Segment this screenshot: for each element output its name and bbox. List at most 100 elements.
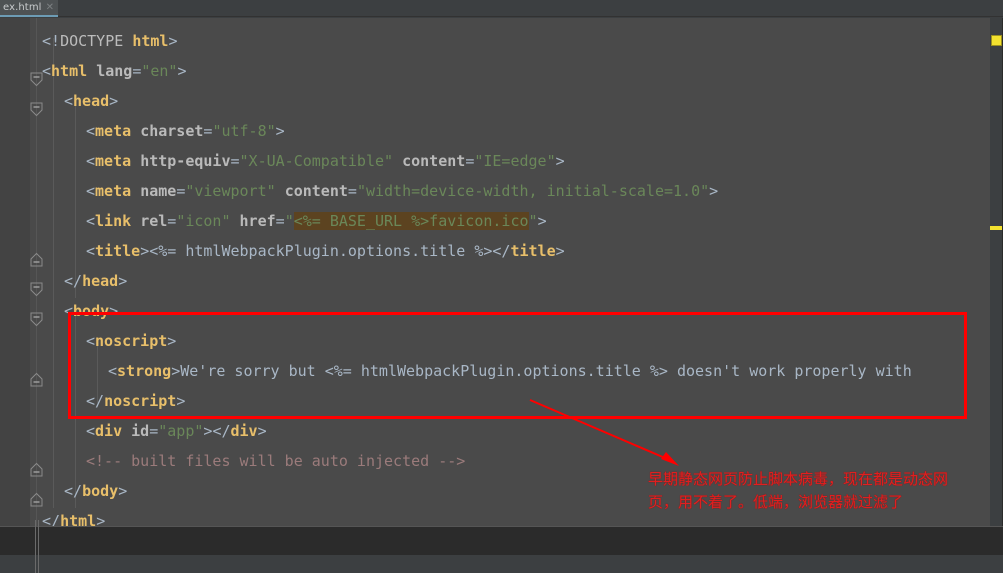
code-token-punct: = — [465, 152, 475, 170]
code-token-val: " — [284, 212, 294, 230]
code-token-attr: charset — [140, 122, 204, 140]
code-token-punct: > — [177, 62, 187, 80]
code-token-doctype: DOCTYPE — [60, 32, 133, 50]
status-bar — [0, 555, 1003, 573]
code-token-attr: content — [284, 182, 348, 200]
code-token-punct: </ — [86, 392, 105, 410]
code-content[interactable]: <!DOCTYPE html> <html lang="en"> <head> <me… — [0, 18, 1003, 527]
code-token-punct: = — [167, 212, 177, 230]
code-token-punct: > — [176, 392, 186, 410]
code-token-attr: lang — [96, 62, 133, 80]
code-token-punct: < — [86, 332, 96, 350]
code-token-punct: > — [109, 302, 119, 320]
code-token-val: "utf-8" — [212, 122, 276, 140]
code-line[interactable]: <meta charset="utf-8"> — [86, 116, 285, 146]
bottom-tool-panel — [0, 527, 1003, 555]
code-line[interactable]: </head> — [64, 266, 127, 296]
code-token-punct: > — [555, 152, 565, 170]
code-token-doctype-name: html — [132, 32, 169, 50]
code-token-punct: </ — [212, 422, 231, 440]
code-token-tag: link — [95, 212, 141, 230]
code-token-punct: < — [64, 302, 74, 320]
code-token-punct: < — [86, 152, 96, 170]
code-token-val: "app" — [158, 422, 204, 440]
code-token-tag: noscript — [104, 392, 177, 410]
code-line[interactable]: <html lang="en"> — [42, 56, 187, 86]
code-line[interactable]: <title><%= htmlWebpackPlugin.options.tit… — [86, 236, 565, 266]
code-line[interactable]: <noscript> — [86, 326, 176, 356]
code-token-punct: = — [149, 422, 159, 440]
code-token-tag: head — [82, 272, 119, 290]
close-icon[interactable]: ✕ — [46, 0, 54, 16]
code-token-punct: > — [257, 422, 267, 440]
code-token-tag: body — [73, 302, 110, 320]
tab-label: ex.html — [3, 2, 42, 13]
code-token-punct: < — [108, 362, 118, 380]
code-token-punct: = — [347, 182, 357, 200]
code-token-punct: <! — [42, 32, 61, 50]
tab-ex-html[interactable]: ex.html ✕ — [0, 0, 58, 17]
code-editor[interactable]: <!DOCTYPE html> <html lang="en"> <head> <me… — [0, 18, 1003, 527]
code-token-punct: < — [42, 62, 52, 80]
bottom-rail-right — [38, 520, 39, 573]
code-token-tag: title — [510, 242, 556, 260]
code-token-attr: name — [140, 182, 177, 200]
code-token-punct: > — [96, 512, 106, 527]
code-token-punct: > — [171, 362, 181, 380]
code-token-text: <%= htmlWebpackPlugin.options.title %> — [149, 242, 493, 260]
code-token-tag: meta — [95, 122, 141, 140]
code-token-punct: > — [537, 212, 547, 230]
code-token-punct: </ — [492, 242, 511, 260]
code-token-punct: < — [86, 242, 96, 260]
code-line[interactable]: <body> — [64, 296, 118, 326]
code-token-tag: head — [73, 92, 110, 110]
code-token-punct: < — [86, 422, 96, 440]
code-token-attr: http-equiv — [140, 152, 231, 170]
code-token-attr: id — [131, 422, 150, 440]
code-token-punct: > — [118, 482, 128, 500]
code-token-tag: title — [95, 242, 141, 260]
code-token-tag: meta — [95, 182, 141, 200]
code-line[interactable]: </noscript> — [86, 386, 185, 416]
code-line[interactable]: </body> — [64, 476, 127, 506]
code-line[interactable]: </html> — [42, 506, 105, 527]
code-line[interactable]: <strong>We're sorry but <%= htmlWebpackP… — [108, 356, 912, 386]
code-token-punct: = — [176, 182, 186, 200]
code-line[interactable]: <meta name="viewport" content="width=dev… — [86, 176, 718, 206]
code-token-tag: meta — [95, 152, 141, 170]
code-token-punct — [393, 152, 402, 170]
code-line[interactable]: <link rel="icon" href="<%= BASE_URL %>fa… — [86, 206, 547, 236]
code-token-punct: > — [109, 92, 119, 110]
code-token-val: "IE=edge" — [474, 152, 556, 170]
code-token-punct: > — [275, 122, 285, 140]
code-token-tag: html — [51, 62, 97, 80]
code-token-punct — [276, 182, 285, 200]
code-token-val: <%= BASE_URL %>favicon.ico — [293, 212, 529, 230]
code-token-comment: <!-- built files will be auto injected -… — [86, 452, 466, 470]
code-token-punct: > — [709, 182, 719, 200]
code-line[interactable]: <div id="app"></div> — [86, 416, 267, 446]
code-token-punct: > — [118, 272, 128, 290]
code-line[interactable]: <!DOCTYPE html> — [42, 26, 177, 56]
code-line[interactable]: <meta http-equiv="X-UA-Compatible" conte… — [86, 146, 565, 176]
code-line[interactable]: <head> — [64, 86, 118, 116]
code-token-val: " — [528, 212, 538, 230]
warning-marker-icon[interactable] — [991, 35, 1002, 46]
code-token-punct: > — [168, 32, 178, 50]
code-token-val: "icon" — [176, 212, 231, 230]
code-token-val: "width=device-width, initial-scale=1.0" — [356, 182, 710, 200]
code-token-tag: body — [82, 482, 119, 500]
code-token-punct: < — [86, 122, 96, 140]
tab-bar-empty-area — [58, 0, 1003, 17]
code-token-tag: div — [95, 422, 132, 440]
code-token-punct: > — [167, 332, 177, 350]
code-line[interactable]: <!-- built files will be auto injected -… — [86, 446, 465, 476]
code-token-punct: = — [132, 62, 142, 80]
code-token-tag: strong — [117, 362, 172, 380]
code-token-punct: </ — [42, 512, 61, 527]
code-token-punct: < — [86, 182, 96, 200]
code-token-attr: content — [402, 152, 466, 170]
code-token-punct: < — [64, 92, 74, 110]
code-token-punct: </ — [64, 272, 83, 290]
code-token-tag: div — [230, 422, 258, 440]
